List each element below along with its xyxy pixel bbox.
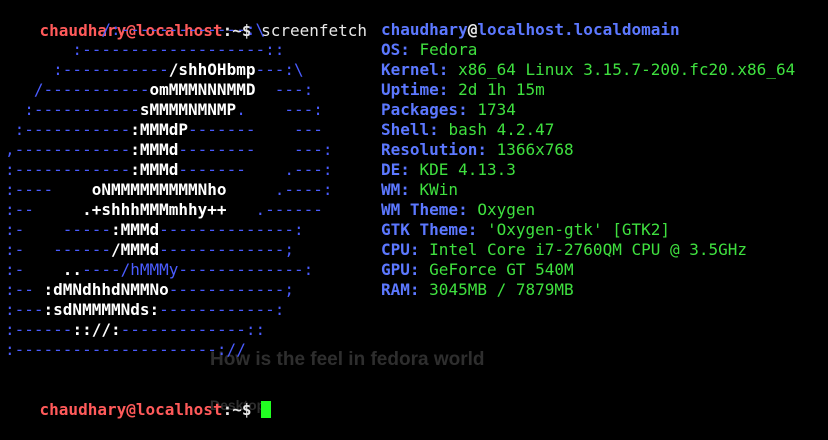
host-name: localhost.localdomain <box>477 20 680 39</box>
info-row-packages: Packages: 1734 <box>381 100 795 120</box>
logo-line: /-----------omMMMNNNMMD ---: <box>5 80 314 99</box>
info-row-gtk-theme: GTK Theme: 'Oxygen-gtk' [GTK2] <box>381 220 795 240</box>
logo-line: :-----------/shhOHbmp---:\ <box>5 60 304 79</box>
info-label: Uptime: <box>381 80 459 99</box>
info-label: OS: <box>381 40 420 59</box>
prompt-input[interactable] <box>251 400 261 419</box>
info-value: 'Oxygen-gtk' [GTK2] <box>486 220 670 239</box>
host-line: chaudhary@localhost.localdomain <box>381 20 795 40</box>
info-label: Shell: <box>381 120 449 139</box>
info-value: Oxygen <box>477 200 536 219</box>
logo-line: ,------------:MMMd-------- ---: <box>5 140 333 159</box>
logo-line: :---:sdNMMMMNds:------------: <box>5 300 285 319</box>
logo-line: :- ------/MMMd-------------; <box>5 240 294 259</box>
logo-line: :------------:MMMd------- .---: <box>5 160 333 179</box>
host-user: chaudhary <box>381 20 468 39</box>
info-label: GPU: <box>381 260 430 279</box>
info-value: 1366x768 <box>496 140 574 159</box>
info-row-de: DE: KDE 4.13.3 <box>381 160 795 180</box>
info-value: KWin <box>419 180 459 199</box>
logo-line: :-----------sMMMMNMNMP. ---: <box>5 100 323 119</box>
info-row-uptime: Uptime: 2d 1h 15m <box>381 80 795 100</box>
info-label: DE: <box>381 160 420 179</box>
info-value: GeForce GT 540M <box>429 260 574 279</box>
text-cursor <box>261 401 272 418</box>
terminal-window[interactable]: How is the feel in fedora world Desktop:… <box>0 0 828 419</box>
info-value: 1734 <box>477 100 516 119</box>
logo-line: :------:://:-------------:: <box>5 320 266 339</box>
info-value: Intel Core i7-2760QM CPU @ 3.5GHz <box>429 240 748 259</box>
info-label: WM: <box>381 180 420 199</box>
info-row-os: OS: Fedora <box>381 40 795 60</box>
info-label: Resolution: <box>381 140 497 159</box>
system-info-panel: chaudhary@localhost.localdomain OS: Fedo… <box>381 20 795 300</box>
info-value: Fedora <box>419 40 478 59</box>
info-row-wm: WM: KWin <box>381 180 795 200</box>
info-label: Packages: <box>381 100 478 119</box>
logo-line: :---------------------:// <box>5 340 246 359</box>
logo-line: :-----------:MMMdP------- --- <box>5 120 323 139</box>
info-row-ram: RAM: 3045MB / 7879MB <box>381 280 795 300</box>
info-label: RAM: <box>381 280 430 299</box>
info-value: 3045MB / 7879MB <box>429 280 574 299</box>
info-row-kernel: Kernel: x86_64 Linux 3.15.7-200.fc20.x86… <box>381 60 795 80</box>
logo-line: :-- .+shhhMMMmhhy++ .------ <box>5 200 323 219</box>
info-label: GTK Theme: <box>381 220 487 239</box>
info-row-shell: Shell: bash 4.2.47 <box>381 120 795 140</box>
fedora-ascii-logo: /:-------------:\ :-------------------::… <box>5 20 333 360</box>
info-row-wm-theme: WM Theme: Oxygen <box>381 200 795 220</box>
info-row-resolution: Resolution: 1366x768 <box>381 140 795 160</box>
logo-line: :---- oNMMMMMMMMMNho .----: <box>5 180 333 199</box>
bottom-prompt-line[interactable]: chaudhary@localhost:~$ <box>1 380 272 440</box>
prompt-path: :~$ <box>222 400 252 419</box>
info-label: WM Theme: <box>381 200 478 219</box>
host-at: @ <box>467 20 478 39</box>
logo-line: :- -----:MMMd--------------: <box>5 220 304 239</box>
logo-line: :-- :dMNdhhdNMMNo------------; <box>5 280 294 299</box>
info-label: Kernel: <box>381 60 459 79</box>
logo-line: :- ..----/hMMMy-------------: <box>5 260 314 279</box>
logo-line: :-------------------:: <box>5 40 285 59</box>
info-value: 2d 1h 15m <box>458 80 545 99</box>
info-value: bash 4.2.47 <box>448 120 555 139</box>
logo-line: /:-------------:\ <box>5 20 266 39</box>
info-value: KDE 4.13.3 <box>419 160 516 179</box>
info-value: x86_64 Linux 3.15.7-200.fc20.x86_64 <box>458 60 796 79</box>
info-label: CPU: <box>381 240 430 259</box>
info-row-gpu: GPU: GeForce GT 540M <box>381 260 795 280</box>
prompt-user-host: chaudhary@localhost <box>39 400 223 419</box>
info-row-cpu: CPU: Intel Core i7-2760QM CPU @ 3.5GHz <box>381 240 795 260</box>
